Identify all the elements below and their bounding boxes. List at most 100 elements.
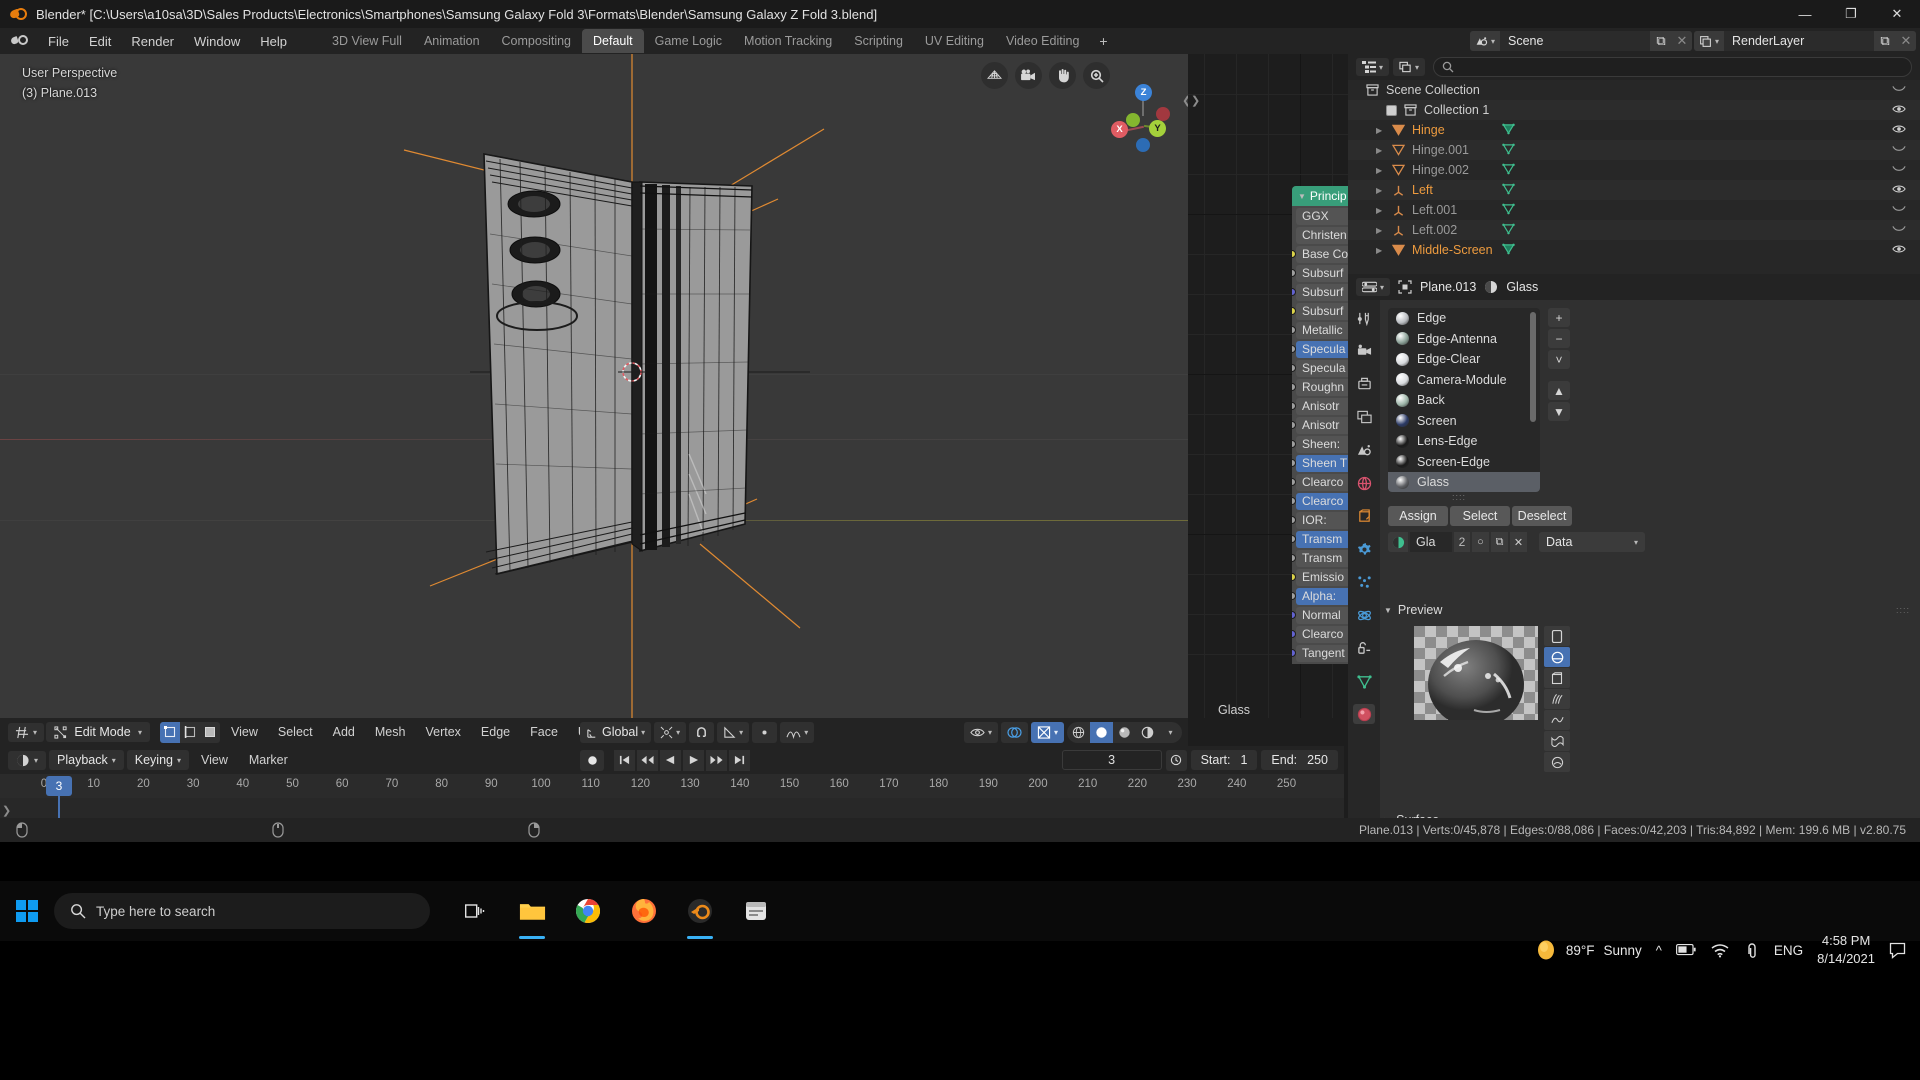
outliner-search-input[interactable] <box>1433 57 1912 77</box>
scene-selector[interactable]: ▾ Scene ⧉ ✕ <box>1469 31 1692 51</box>
collection-checkbox[interactable] <box>1386 104 1397 116</box>
disclosure-triangle-icon[interactable]: ▶ <box>1376 246 1386 255</box>
remove-material-slot-button[interactable]: − <box>1548 329 1570 348</box>
pivot-point-dropdown[interactable]: ▾ <box>654 721 687 743</box>
proportional-falloff-icon[interactable] <box>752 721 778 743</box>
object-data-icon[interactable] <box>1502 243 1515 258</box>
snap-magnet-icon[interactable] <box>689 721 715 743</box>
material-slot-row[interactable]: Back <box>1388 390 1540 411</box>
tab-video-editing[interactable]: Video Editing <box>995 29 1090 53</box>
outliner-row[interactable]: ▶ Left <box>1348 180 1920 200</box>
falloff-curve-icon[interactable]: ▾ <box>780 721 815 743</box>
firefox-icon[interactable] <box>620 881 668 941</box>
start-value[interactable]: 1 <box>1240 753 1247 767</box>
viewlayer-unlink-button[interactable]: ✕ <box>1896 31 1916 51</box>
shading-rendered-icon[interactable] <box>1136 722 1159 743</box>
filter-icon[interactable]: ▾ <box>1393 58 1426 76</box>
shading-material-icon[interactable] <box>1113 722 1136 743</box>
menu-window[interactable]: Window <box>184 30 250 53</box>
tab-viewlayer-icon[interactable] <box>1353 407 1375 427</box>
shading-solid-icon[interactable] <box>1090 721 1113 743</box>
tab-motion-tracking[interactable]: Motion Tracking <box>733 29 843 53</box>
chevron-up-icon[interactable]: ^ <box>1656 943 1662 958</box>
timeline-sidebar-toggle[interactable]: ❯ <box>2 804 11 817</box>
shader-node-editor[interactable]: ❯ ▼ Princip GGX Christen Base Co Subsurf… <box>1188 54 1402 718</box>
material-preview-render[interactable] <box>1414 626 1538 720</box>
visibility-off-icon[interactable] <box>1892 144 1906 156</box>
gizmo-axis-z[interactable]: Z <box>1135 84 1152 101</box>
shading-options-icon[interactable]: ▾ <box>1159 722 1182 743</box>
outliner-row[interactable]: ▶ Left.001 <box>1348 200 1920 220</box>
gizmo-axis-neg-x[interactable] <box>1156 107 1170 121</box>
preview-hair-icon[interactable] <box>1544 689 1570 709</box>
visibility-on-icon[interactable] <box>1892 244 1906 257</box>
visibility-off-icon[interactable] <box>1892 164 1906 176</box>
viewlayer-name[interactable]: RenderLayer <box>1724 31 1874 51</box>
sound-icon[interactable] <box>1744 941 1760 959</box>
outliner-row[interactable]: ▶ Hinge.002 <box>1348 160 1920 180</box>
clock-widget[interactable]: 4:58 PM 8/14/2021 <box>1817 932 1875 967</box>
tab-default[interactable]: Default <box>582 29 644 53</box>
preview-shader-icon[interactable] <box>1544 710 1570 730</box>
object-data-icon[interactable] <box>1502 183 1515 198</box>
menu-help[interactable]: Help <box>250 30 297 53</box>
jump-start-icon[interactable] <box>614 749 635 771</box>
material-slot-row[interactable]: Edge-Clear <box>1388 349 1540 370</box>
menu-edit[interactable]: Edit <box>79 30 121 53</box>
tab-scene-icon[interactable] <box>1353 440 1375 460</box>
scene-icon[interactable]: ▾ <box>1469 31 1500 51</box>
disclosure-triangle-icon[interactable]: ▶ <box>1376 146 1386 155</box>
keying-dropdown[interactable]: Keying ▾ <box>126 750 190 770</box>
material-slot-list[interactable]: Edge Edge-Antenna Edge-Clear Camera-Modu… <box>1388 308 1540 492</box>
select-button[interactable]: Select <box>1450 506 1510 526</box>
visibility-off-icon[interactable] <box>1892 84 1906 96</box>
breadcrumb-object[interactable]: Plane.013 <box>1420 280 1476 294</box>
zoom-icon[interactable] <box>1083 62 1110 89</box>
visibility-on-icon[interactable] <box>1892 104 1906 117</box>
move-slot-down-button[interactable]: ▼ <box>1548 402 1570 421</box>
menu-file[interactable]: File <box>38 30 79 53</box>
material-slot-row[interactable]: Screen-Edge <box>1388 452 1540 473</box>
frame-range-fields[interactable]: Start: 1 <box>1190 750 1258 770</box>
disclosure-triangle-icon[interactable]: ▶ <box>1376 206 1386 215</box>
tab-output-icon[interactable] <box>1353 374 1375 394</box>
auto-keying-icon[interactable] <box>1165 749 1187 771</box>
tab-world-icon[interactable] <box>1353 473 1375 493</box>
add-workspace-button[interactable]: + <box>1090 29 1116 53</box>
scene-copy-button[interactable]: ⧉ <box>1649 31 1672 51</box>
new-material-icon[interactable]: ○ <box>1472 532 1489 552</box>
playback-dropdown[interactable]: Playback ▾ <box>49 750 124 770</box>
visibility-off-icon[interactable] <box>1892 224 1906 236</box>
outliner-row[interactable]: Collection 1 <box>1348 100 1920 120</box>
menu-vertex[interactable]: Vertex <box>416 722 469 742</box>
vertex-select-icon[interactable] <box>160 721 181 743</box>
current-frame-field[interactable]: 3 <box>1061 750 1162 770</box>
preview-fluid-icon[interactable] <box>1544 752 1570 772</box>
tab-uv-editing[interactable]: UV Editing <box>914 29 995 53</box>
outliner-display-icon[interactable]: ▾ <box>1356 58 1390 76</box>
shading-wireframe-icon[interactable] <box>1067 722 1090 743</box>
object-data-icon[interactable] <box>1502 223 1515 238</box>
grid-icon[interactable] <box>981 62 1008 89</box>
transform-orientation-dropdown[interactable]: Global ▾ <box>580 721 652 743</box>
object-data-icon[interactable] <box>1502 163 1515 178</box>
hand-icon[interactable] <box>1049 62 1076 89</box>
notification-icon[interactable] <box>1889 942 1906 959</box>
timeline-editor-type[interactable]: ▾ <box>8 750 47 770</box>
gizmo-axis-neg-z[interactable] <box>1136 138 1150 152</box>
menu-face[interactable]: Face <box>521 722 567 742</box>
object-data-icon[interactable] <box>1502 203 1515 218</box>
task-view-icon[interactable] <box>452 881 500 941</box>
material-slot-row[interactable]: Screen <box>1388 411 1540 432</box>
tab-material-icon[interactable] <box>1353 704 1375 724</box>
timeline-ruler[interactable]: 0 10 20 30 40 50 60 70 80 90 100 110 120 130 140 150 160… <box>0 774 1344 798</box>
material-users-count[interactable]: 2 <box>1454 532 1470 552</box>
gizmo-axis-neg-y[interactable] <box>1126 113 1140 127</box>
editor-type-selector[interactable]: ▾ <box>8 722 45 742</box>
next-keyframe-icon[interactable] <box>706 749 727 771</box>
scene-unlink-button[interactable]: ✕ <box>1671 31 1692 51</box>
copy-material-icon[interactable]: ⧉ <box>1491 532 1508 552</box>
outliner-row[interactable]: ▶ Hinge.001 <box>1348 140 1920 160</box>
material-slot-row[interactable]: Edge-Antenna <box>1388 329 1540 350</box>
gizmo-axis-y[interactable]: Y <box>1149 120 1166 137</box>
